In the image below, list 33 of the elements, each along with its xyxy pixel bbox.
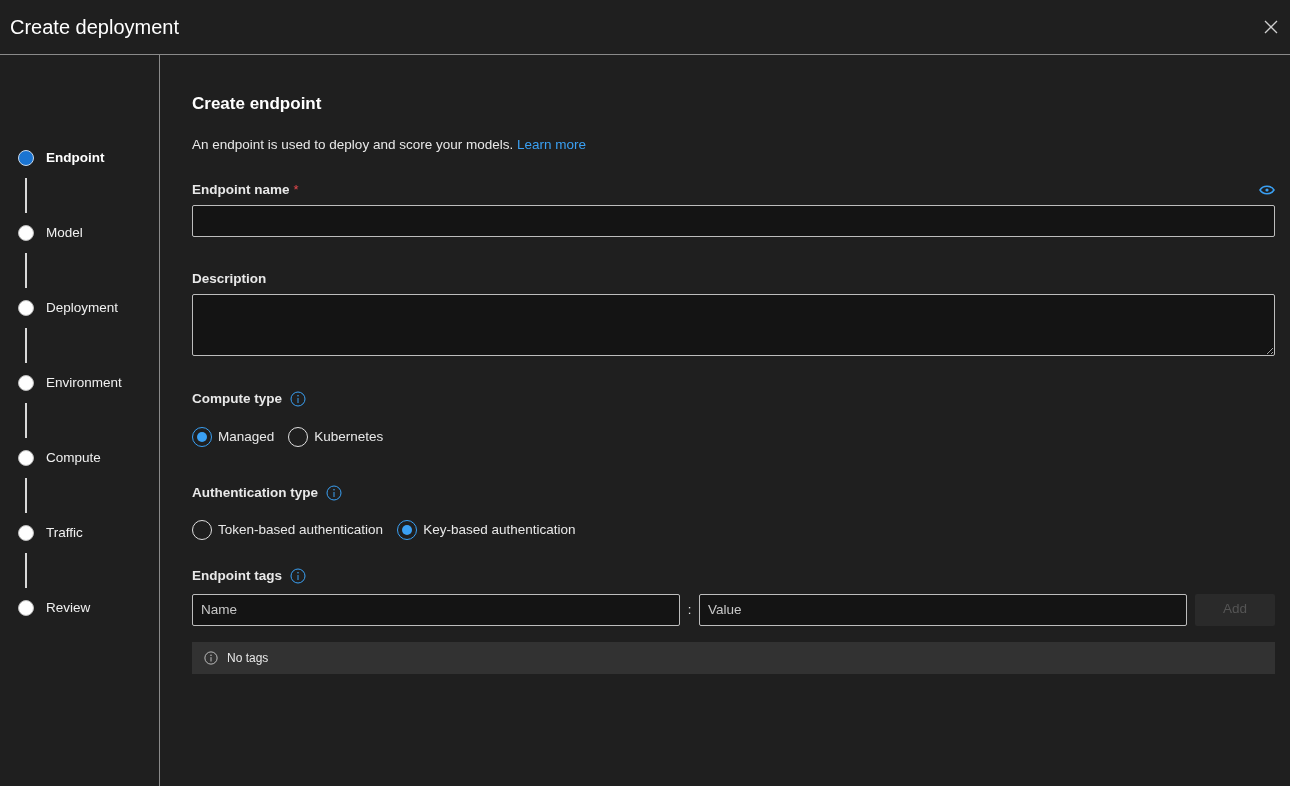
close-icon[interactable] — [1263, 19, 1279, 35]
window-title: Create deployment — [10, 15, 179, 40]
field-label: Endpoint name — [192, 180, 290, 199]
field-label: Endpoint tags — [192, 567, 282, 586]
step-label[interactable]: Environment — [46, 372, 122, 394]
required-mark: * — [293, 181, 299, 200]
field-label: Description — [192, 270, 268, 288]
learn-more-link[interactable]: Learn more — [516, 136, 586, 152]
info-icon — [204, 650, 218, 665]
radio-label: Key-based authentication — [423, 521, 576, 539]
radio-label: Token-based authentication — [218, 521, 384, 539]
radio-label: Kubernetes — [314, 427, 384, 446]
radio-label: Managed — [218, 427, 275, 446]
step-label[interactable]: Endpoint — [46, 147, 105, 169]
info-icon[interactable] — [326, 484, 342, 501]
step-label[interactable]: Traffic — [46, 522, 83, 544]
field-label: Compute type — [192, 390, 282, 409]
description-input[interactable] — [192, 294, 1275, 357]
separator-text: : — [686, 600, 693, 619]
tag-value-input[interactable]: Value — [699, 593, 1187, 626]
field-label: Authentication type — [192, 483, 318, 502]
step-label[interactable]: Compute — [46, 447, 101, 469]
step-label[interactable]: Model — [46, 222, 83, 244]
step-label[interactable]: Review — [46, 597, 91, 619]
intro-text: An endpoint is used to deploy and score your models. — [192, 136, 514, 152]
section-heading: Create endpoint — [192, 93, 323, 115]
step-label[interactable]: Deployment — [46, 297, 119, 319]
info-icon[interactable] — [290, 391, 306, 408]
endpoint-name-input[interactable] — [192, 205, 1275, 237]
no-tags-text: No tags — [227, 649, 269, 667]
info-icon[interactable] — [290, 568, 306, 585]
tag-name-input[interactable]: Name — [192, 593, 680, 626]
eye-icon[interactable] — [1259, 184, 1275, 195]
